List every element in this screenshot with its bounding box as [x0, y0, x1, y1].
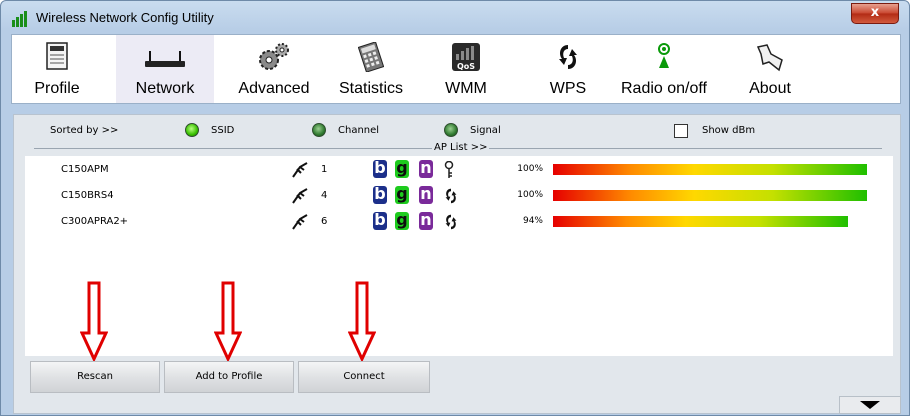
tab-label: About — [749, 80, 791, 97]
mode-n-icon: n — [419, 158, 433, 178]
tab-statistics[interactable]: Statistics — [330, 35, 412, 103]
tab-profile[interactable]: Profile — [12, 35, 102, 103]
network-panel: Sorted by >> SSID Channel Signal Show dB… — [13, 114, 901, 414]
tab-radio-on-off[interactable]: Radio on/off — [612, 35, 716, 103]
sort-signal-label: Signal — [470, 125, 501, 136]
antenna-icon — [292, 188, 308, 204]
mode-n-icon: n — [419, 210, 433, 230]
tab-label: WPS — [549, 80, 587, 97]
key-icon — [444, 161, 454, 178]
rescan-button[interactable]: Rescan — [30, 361, 160, 393]
arrow-down-icon — [214, 281, 242, 361]
sort-signal-radio[interactable] — [444, 123, 458, 137]
profile-icon — [46, 42, 68, 70]
antenna-icon — [292, 214, 308, 230]
app-window: Wireless Network Config Utility x Profil… — [0, 0, 910, 416]
tab-wmm[interactable]: QoS WMM — [428, 35, 504, 103]
tab-wps[interactable]: WPS — [540, 35, 596, 103]
about-icon — [756, 44, 783, 72]
ap-row[interactable]: C150APM 1 b g n 100% — [25, 159, 893, 181]
calculator-icon — [358, 42, 384, 72]
ap-ssid: C300APRA2+ — [61, 216, 129, 227]
tab-about[interactable]: About — [736, 35, 804, 103]
mode-g-icon: g — [395, 210, 409, 230]
radio-icon — [658, 43, 670, 68]
show-dbm-checkbox[interactable] — [674, 124, 688, 138]
triangle-down-icon — [860, 401, 880, 409]
close-icon: x — [870, 5, 880, 20]
mode-b-icon: b — [373, 184, 387, 204]
tab-label: WMM — [445, 80, 487, 97]
show-dbm-label: Show dBm — [702, 125, 756, 136]
ap-channel: 4 — [321, 190, 328, 201]
mode-g-icon: g — [395, 184, 409, 204]
ap-channel: 1 — [321, 164, 328, 175]
ap-ssid: C150APM — [61, 164, 109, 175]
router-icon — [145, 51, 185, 67]
tab-label: Advanced — [238, 80, 310, 97]
ap-list: C150APM 1 b g n 100% C150BRS4 4 b g n 10… — [25, 156, 893, 356]
tab-label: Network — [135, 80, 195, 97]
tab-label: Statistics — [338, 80, 403, 97]
ap-signal-percent: 100% — [517, 190, 543, 200]
signal-bar — [553, 190, 867, 201]
ap-row[interactable]: C150BRS4 4 b g n 100% — [25, 185, 893, 207]
connect-button[interactable]: Connect — [298, 361, 430, 393]
expand-button[interactable] — [839, 396, 901, 414]
arrow-down-icon — [348, 281, 376, 361]
sorted-by-label: Sorted by >> — [50, 125, 119, 136]
ap-signal-percent: 100% — [517, 164, 543, 174]
mode-b-icon: b — [373, 210, 387, 230]
signal-bar — [553, 164, 867, 175]
title-bar[interactable]: Wireless Network Config Utility x — [1, 1, 909, 35]
wps-icon — [559, 45, 577, 69]
add-to-profile-button[interactable]: Add to Profile — [164, 361, 294, 393]
wps-icon — [445, 214, 457, 230]
toolbar: Profile Network Advanced Statistics QoS … — [11, 34, 901, 104]
sort-channel-radio[interactable] — [312, 123, 326, 137]
sort-channel-label: Channel — [338, 125, 380, 136]
tab-label: Profile — [34, 80, 80, 97]
wps-icon — [445, 188, 457, 204]
sort-ssid-label: SSID — [211, 125, 235, 136]
ap-list-label: AP List >> — [432, 142, 490, 153]
antenna-icon — [292, 162, 308, 178]
ap-row[interactable]: C300APRA2+ 6 b g n 94% — [25, 211, 893, 233]
ap-ssid: C150BRS4 — [61, 190, 114, 201]
mode-n-icon: n — [419, 184, 433, 204]
gears-icon — [259, 43, 289, 70]
window-title: Wireless Network Config Utility — [36, 10, 214, 25]
mode-g-icon: g — [395, 158, 409, 178]
sort-ssid-radio[interactable] — [185, 123, 199, 137]
svg-text:QoS: QoS — [457, 62, 475, 71]
mode-b-icon: b — [373, 158, 387, 178]
arrow-down-icon — [80, 281, 108, 361]
tab-advanced[interactable]: Advanced — [224, 35, 324, 103]
tab-network[interactable]: Network — [116, 35, 214, 103]
ap-signal-percent: 94% — [522, 216, 543, 226]
ap-channel: 6 — [321, 216, 328, 227]
app-icon — [12, 11, 27, 27]
qos-icon: QoS — [452, 43, 480, 71]
close-button[interactable]: x — [851, 3, 899, 24]
tab-label: Radio on/off — [621, 80, 707, 97]
signal-bar — [553, 216, 848, 227]
